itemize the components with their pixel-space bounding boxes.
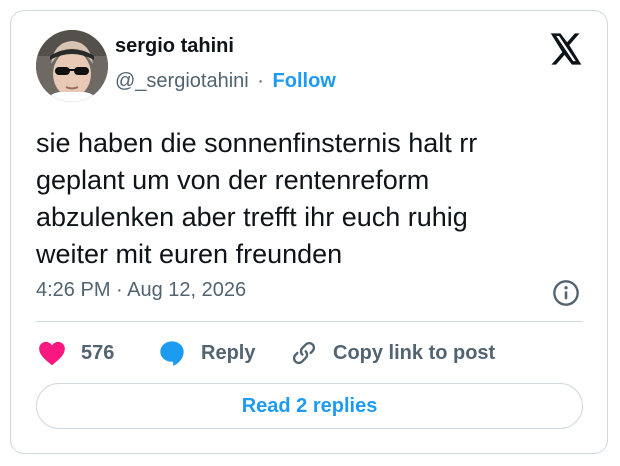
tweet-timestamp[interactable]: 4:26 PM · Aug 12, 2026 bbox=[36, 279, 246, 302]
tweet-text-line: abzulenken aber trefft ihr euch ruhig bbox=[36, 202, 468, 232]
like-button[interactable]: 576 bbox=[38, 337, 114, 369]
follow-button[interactable]: Follow bbox=[273, 70, 336, 92]
reply-button[interactable]: Reply bbox=[158, 337, 255, 369]
read-replies-button[interactable]: Read 2 replies bbox=[36, 383, 583, 429]
link-icon bbox=[292, 341, 316, 365]
tweet-text-line: sie haben die sonnenfinsternis halt rr bbox=[36, 128, 478, 158]
copy-link-label: Copy link to post bbox=[333, 341, 496, 364]
avatar[interactable] bbox=[36, 30, 108, 102]
author-display-name[interactable]: sergio tahini bbox=[115, 35, 234, 58]
author-handle-row: @_sergiotahini · Follow bbox=[115, 70, 336, 93]
tweet-text-line: weiter mit euren freunden bbox=[36, 239, 343, 269]
separator-dot: · bbox=[257, 70, 264, 92]
action-bar: 576 Reply Copy link to post bbox=[11, 337, 607, 369]
like-count: 576 bbox=[81, 341, 115, 364]
tweet-text: sie haben die sonnenfinsternis halt rr g… bbox=[36, 125, 576, 273]
copy-link-button[interactable]: Copy link to post bbox=[290, 337, 495, 369]
tweet-card: sergio tahini @_sergiotahini · Follow si… bbox=[10, 10, 608, 454]
speech-bubble-icon bbox=[160, 341, 184, 366]
reply-label: Reply bbox=[201, 341, 256, 364]
x-logo-icon[interactable] bbox=[549, 33, 583, 65]
tweet-text-line: geplant um von der rentenreform bbox=[36, 165, 430, 195]
info-icon[interactable] bbox=[552, 279, 580, 307]
divider bbox=[36, 321, 583, 322]
author-handle[interactable]: @_sergiotahini bbox=[115, 70, 249, 92]
heart-icon bbox=[39, 341, 65, 366]
avatar-photo bbox=[36, 30, 108, 102]
